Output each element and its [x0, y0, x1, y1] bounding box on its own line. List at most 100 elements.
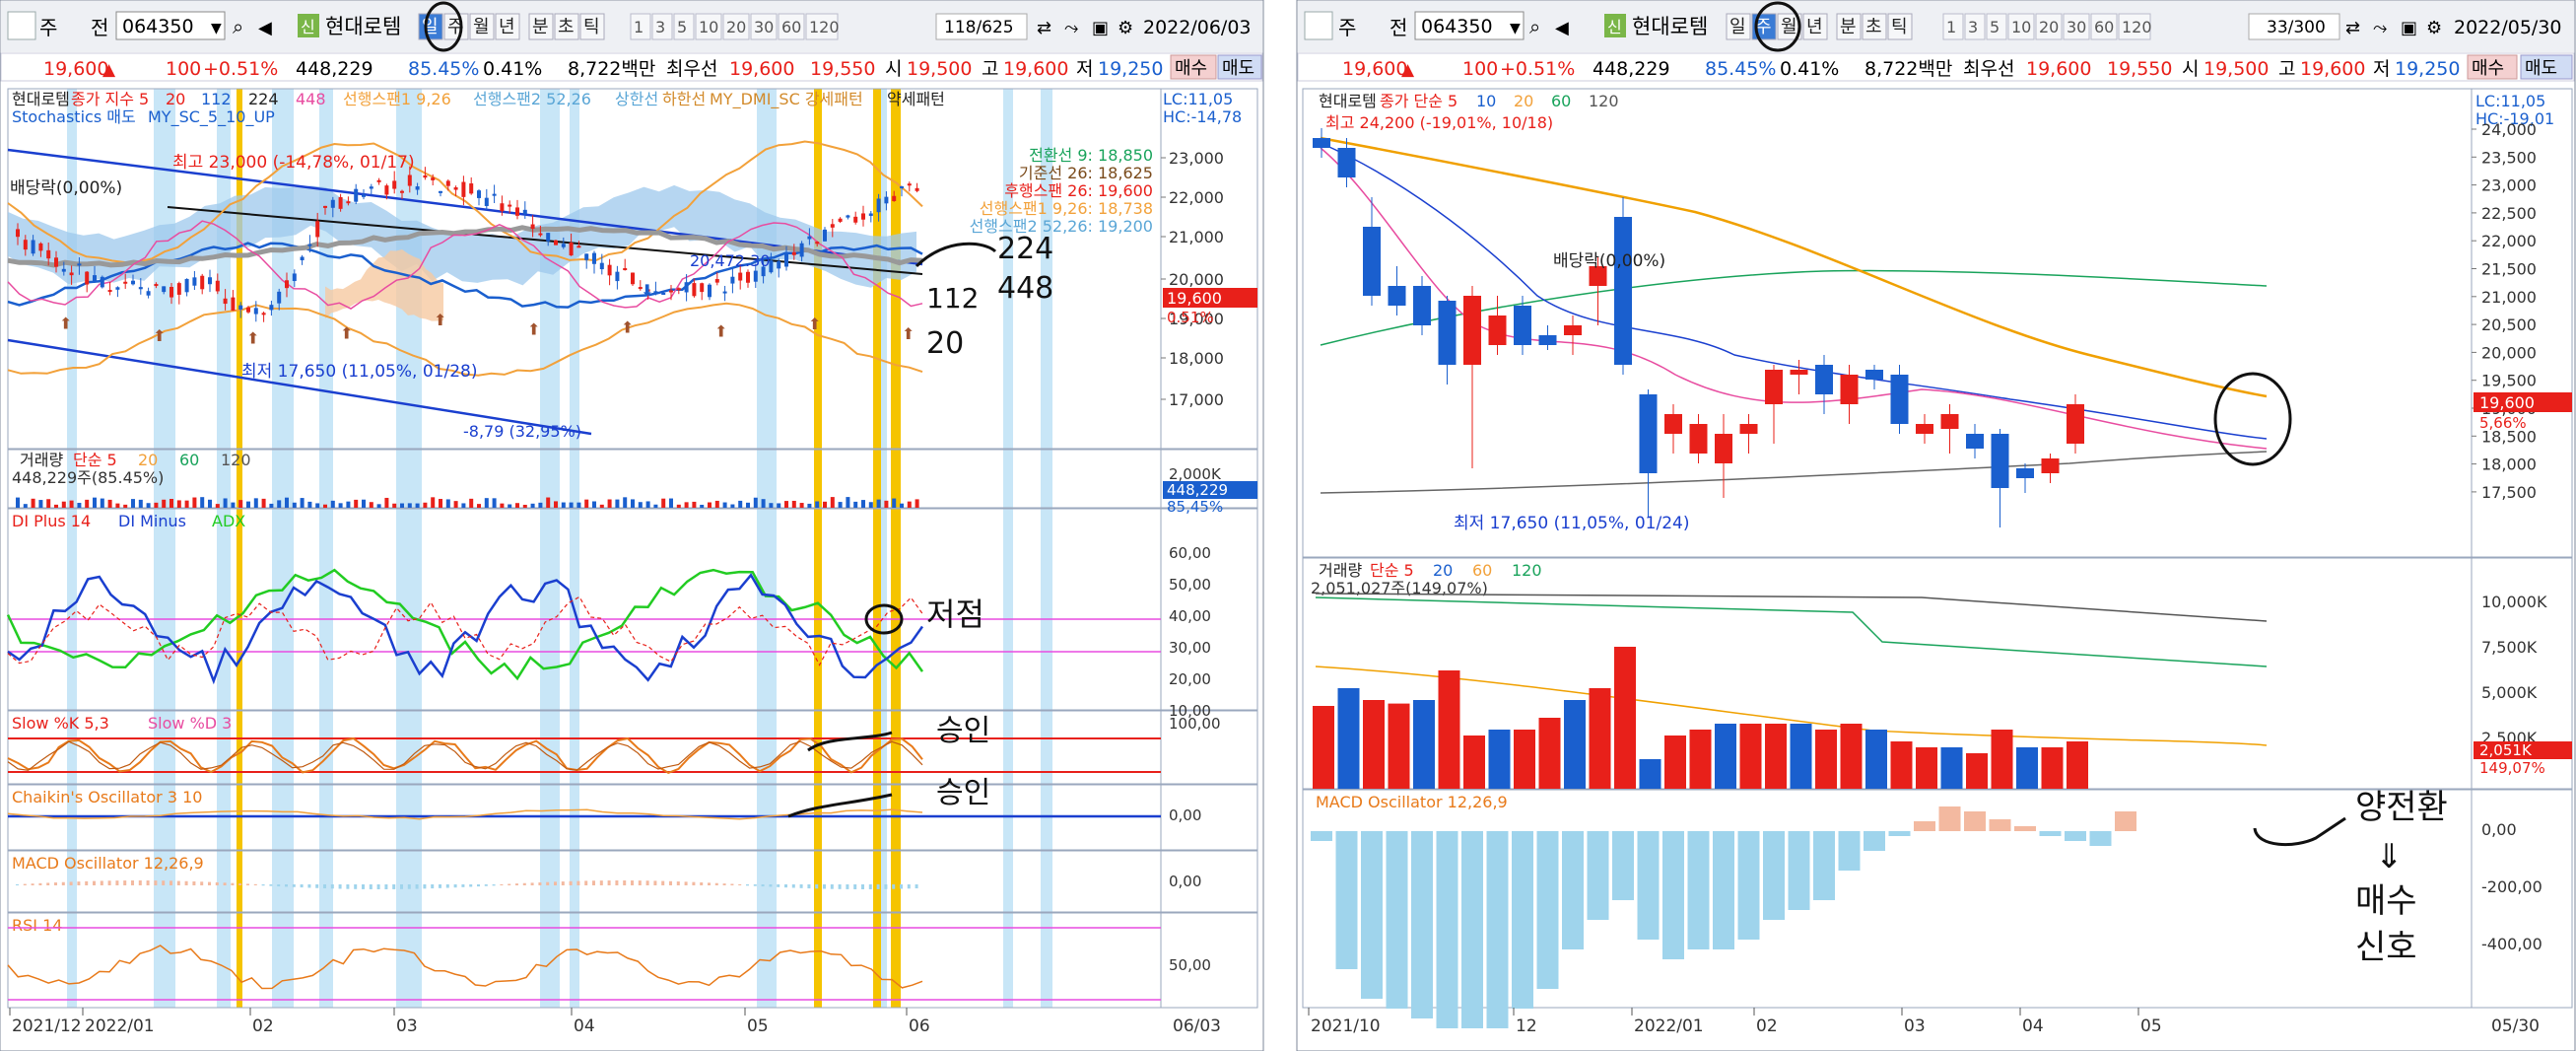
- left-vol-bar-75: [592, 501, 596, 508]
- left-candle-38: [307, 244, 312, 246]
- left-tool-icon-2[interactable]: ⤳: [1064, 18, 1078, 38]
- left-macd-bar-78: [615, 880, 619, 885]
- left-candle-7: [69, 272, 74, 276]
- svg-text:19,600: 19,600: [729, 58, 794, 80]
- left-candle-109: [853, 216, 858, 223]
- left-vol-bar-35: [285, 497, 289, 508]
- left-dmi-ylabel-2: 40,00: [1169, 607, 1211, 625]
- left-vol-bar-24: [200, 497, 205, 508]
- left-type-button[interactable]: 주: [39, 16, 57, 39]
- left-vol-bar-16: [138, 499, 143, 508]
- right-type-button[interactable]: 주: [1338, 16, 1356, 39]
- left-candle-100: [784, 253, 788, 267]
- right-settings-icon[interactable]: ⚙: [2426, 18, 2442, 38]
- left-vol-bar-13: [115, 503, 120, 508]
- left-candle-113: [884, 196, 889, 204]
- right-period-tab-label-3: 년: [1806, 17, 1823, 37]
- left-macd-bar-103: [807, 884, 811, 889]
- left-ichimoku-label-2: 후행스팬 26: 19,600: [1004, 181, 1153, 200]
- left-dmi-ylabel-0: 60,00: [1169, 544, 1211, 562]
- right-vol-bar-22: [1865, 730, 1887, 789]
- left-candle-21: [176, 283, 181, 295]
- left-vol-bar-61: [484, 498, 489, 508]
- left-period-tab-label-3: 년: [499, 17, 515, 37]
- right-vol-bar-0: [1313, 706, 1334, 789]
- left-chart-window: 주 전 064350 ▼ ⌕ ◀ 신 현대로템 일주월년분초틱 1 3 5 10 20 3…: [0, 0, 1264, 1051]
- left-vol-legend-2: 20: [138, 451, 158, 469]
- left-candle-64: [508, 204, 512, 207]
- right-type-button-2[interactable]: 전: [1390, 16, 1407, 39]
- left-vol-bar-87: [684, 502, 689, 508]
- left-vol-bar-69: [546, 497, 551, 508]
- right-save-icon[interactable]: ▣: [2401, 18, 2417, 38]
- right-price-ylabel-8: 20,000: [2481, 343, 2537, 362]
- right-stock-name[interactable]: 현대로템: [1632, 15, 1708, 38]
- svg-text:19,500: 19,500: [907, 58, 972, 80]
- left-price-legend-7: 선행스팬2 52,26: [473, 90, 591, 108]
- right-num-label-7: 120: [2122, 18, 2152, 36]
- left-stock-name[interactable]: 현대로템: [325, 15, 401, 38]
- right-macd-bar-32: [2115, 811, 2136, 831]
- left-vol-bar-113: [884, 500, 889, 508]
- left-macd-bar-88: [692, 881, 696, 885]
- svg-text:시: 시: [885, 58, 902, 80]
- left-code-dropdown-icon[interactable]: ▼: [211, 21, 222, 36]
- right-macd-bar-25: [1938, 806, 1961, 831]
- left-candle-45: [362, 194, 366, 197]
- left-sell-arrow: ⬇: [641, 281, 653, 300]
- left-search-icon[interactable]: ⌕: [233, 15, 243, 38]
- left-vol-bar-89: [700, 504, 705, 508]
- left-vol-bar-114: [892, 498, 897, 508]
- left-xlabel-4: 04: [574, 1016, 595, 1036]
- left-candle-94: [738, 272, 743, 281]
- left-macd-bar-38: [307, 884, 311, 888]
- left-vol-bar-39: [315, 503, 320, 508]
- left-xlabel-2: 02: [252, 1016, 274, 1036]
- left-candle-16: [138, 287, 143, 290]
- left-prev-icon[interactable]: ◀: [258, 18, 272, 38]
- left-num-label-7: 120: [809, 18, 840, 36]
- right-num-buttons: 1 3 5 10 20 30 60 120: [1942, 13, 2152, 40]
- left-xlabel-6: 06: [909, 1016, 930, 1036]
- right-macd-bar-1: [1335, 831, 1358, 969]
- right-tool-icon-2[interactable]: ⤳: [2373, 18, 2387, 38]
- left-vol-bar-25: [208, 499, 212, 508]
- left-buy-arrow-8: ⬆: [808, 315, 821, 333]
- left-vol-bar-92: [722, 502, 727, 508]
- left-candle-86: [676, 288, 681, 291]
- right-code-dropdown-icon[interactable]: ▼: [1510, 21, 1521, 36]
- left-macd-legend: MACD Oscillator 12,26,9: [12, 854, 204, 873]
- left-candle-31: [253, 308, 258, 315]
- right-candle-1: [1337, 148, 1356, 177]
- svg-text:저: 저: [2373, 58, 2390, 80]
- left-vol-bar-29: [238, 500, 243, 508]
- left-candle-74: [584, 253, 589, 260]
- left-macd-bar-91: [714, 882, 718, 885]
- right-macd-bar-11: [1587, 831, 1609, 920]
- left-settings-icon[interactable]: ⚙: [1118, 18, 1133, 38]
- left-rsi-ylabel-0: 50,00: [1169, 956, 1211, 974]
- right-prev-icon[interactable]: ◀: [1555, 18, 1569, 38]
- left-macd-bar-18: [154, 880, 158, 885]
- right-search-icon[interactable]: ⌕: [1529, 15, 1540, 38]
- left-save-icon[interactable]: ▣: [1092, 18, 1109, 38]
- left-vol-bar-100: [784, 501, 788, 508]
- left-type-button-2[interactable]: 전: [91, 16, 108, 39]
- right-price-legend-1: 종가 단순 5: [1380, 92, 1457, 110]
- left-candle-60: [477, 190, 481, 198]
- right-candle-28: [2016, 468, 2034, 478]
- right-tool-icon-1[interactable]: ⇄: [2345, 18, 2360, 38]
- left-macd-bar-12: [107, 880, 111, 885]
- right-macd-bar-28: [2014, 826, 2036, 831]
- left-tool-icon-1[interactable]: ⇄: [1037, 18, 1051, 38]
- left-macd-bar-62: [492, 884, 496, 886]
- left-macd-bar-22: [184, 880, 188, 885]
- right-candle-12: [1614, 217, 1632, 365]
- right-price-legend-0: 현대로템: [1319, 92, 1377, 110]
- svg-text:최우선: 최우선: [666, 58, 717, 80]
- left-buy-arrow-5: ⬆: [527, 320, 540, 339]
- left-vol-bar-7: [69, 500, 74, 508]
- right-macd-bar-7: [1486, 831, 1509, 1028]
- right-vol-bar-12: [1614, 647, 1636, 789]
- left-vol-tag2: 85,45%: [1167, 498, 1223, 516]
